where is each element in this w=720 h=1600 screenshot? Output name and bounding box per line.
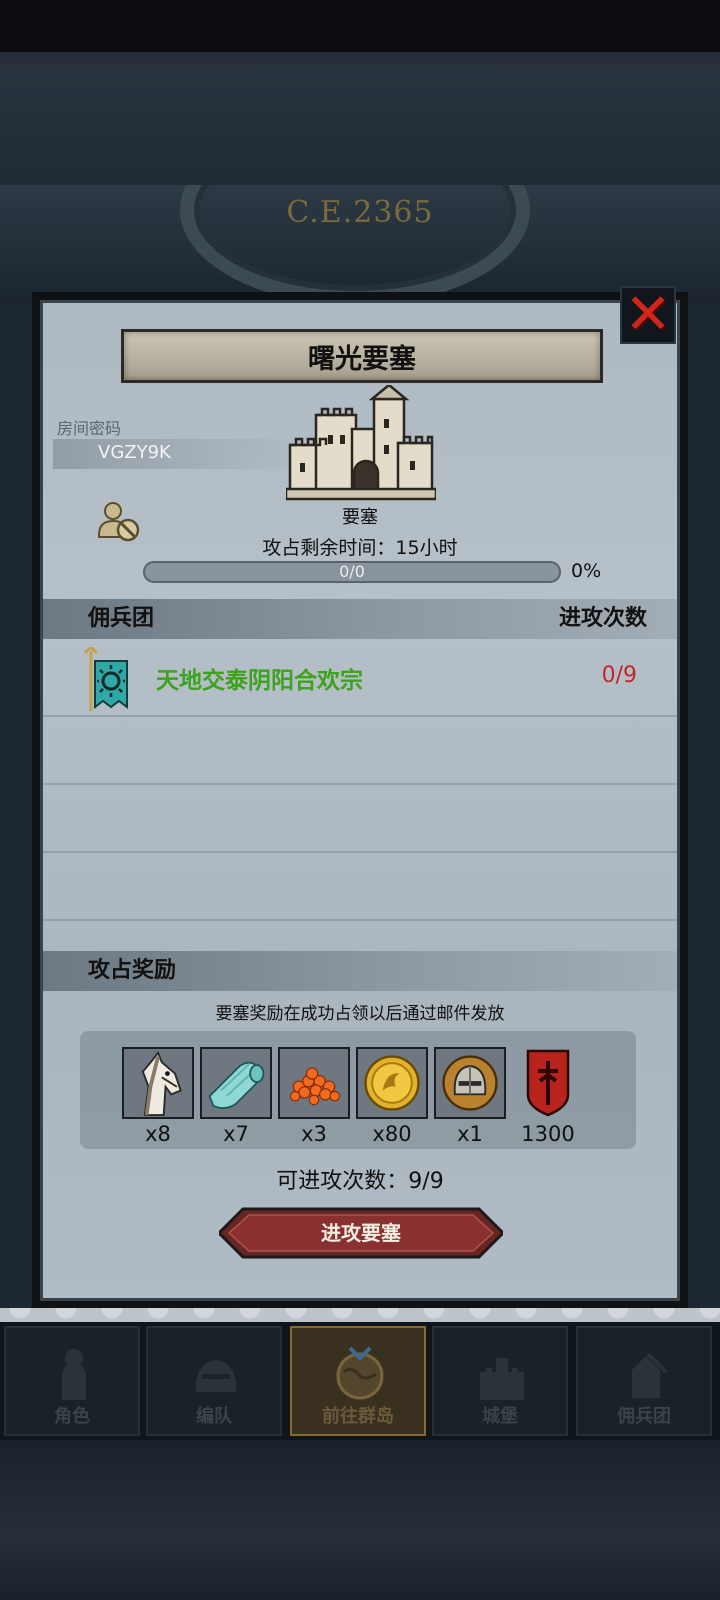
helmet-icon [436,1049,504,1117]
reward-item[interactable]: x8 [122,1047,194,1146]
helmet-team-icon [195,1360,237,1392]
nav-item-formation[interactable]: 编队 [146,1326,282,1436]
nav-label: 佣兵团 [617,1406,671,1427]
attack-button-label: 进攻要塞 [321,1221,401,1245]
dialog-body: 曙光要塞 房间密码 VGZY9K 要塞 攻占剩余时间：15小时 0/0 0% 佣… [40,300,680,1301]
nav-item-mercenary[interactable]: 佣兵团 [576,1326,712,1436]
row-divider [43,919,677,921]
snow-trim [0,1308,720,1322]
nav-item-character[interactable]: 角色 [4,1326,140,1436]
reward-item[interactable]: x80 [356,1047,428,1146]
reward-qty: x7 [223,1122,249,1146]
reward-section-header: 攻占奖励 [43,951,677,991]
bottom-nav: 角色 编队 前往群岛 城堡 佣兵团 [0,1308,720,1440]
reward-qty: 1300 [521,1122,575,1146]
capture-progress-text: 0/0 [339,562,365,581]
reward-note: 要塞奖励在成功占领以后通过邮件发放 [215,1004,505,1024]
gold-coin-icon [358,1049,426,1117]
fortress-name: 要塞 [342,507,378,528]
reward-qty: x3 [301,1122,327,1146]
reward-qty: x1 [457,1122,483,1146]
top-background [0,0,720,185]
fortress-icon [286,385,436,501]
reward-item[interactable]: x7 [200,1047,272,1146]
mercenary-name: 天地交泰阴阳合欢宗 [156,668,363,694]
mercenary-section-header: 佣兵团 进攻次数 [43,599,677,639]
horse-icon [124,1049,192,1117]
reward-section-title: 攻占奖励 [88,958,177,983]
guild-shield-icon [526,1049,570,1117]
attack-times-header: 进攻次数 [558,606,647,631]
close-icon: ✕ [624,282,672,347]
cloth-icon [202,1049,270,1117]
nav-item-castle[interactable]: 城堡 [432,1326,568,1436]
reward-item[interactable]: x3 [278,1047,350,1146]
nav-label: 城堡 [482,1406,518,1427]
reward-item[interactable]: 1300 [512,1047,584,1146]
dialog-title: 曙光要塞 [121,329,603,383]
era-label: C.E.2365 [286,195,434,230]
nav-label: 编队 [196,1406,232,1427]
capture-progress-bar: 0/0 [143,561,561,583]
capture-progress-percent: 0% [571,560,602,582]
mercenary-icon [632,1352,668,1398]
bottom-background [0,1440,720,1600]
globe-icon [336,1346,384,1400]
guild-banner-icon [83,647,128,711]
era-banner: C.E.2365 [0,185,720,305]
room-password-label: 房间密码 [57,419,122,438]
reward-list: x8 x7 x3 x80 x1 1300 [80,1031,636,1149]
available-attack-count: 可进攻次数：9/9 [276,1169,444,1194]
mercenary-section-title: 佣兵团 [88,606,155,631]
castle-icon [480,1358,524,1400]
nav-item-islands[interactable]: 前往群岛 [290,1326,426,1436]
remaining-time: 攻占剩余时间：15小时 [262,537,458,559]
nav-label: 前往群岛 [322,1406,394,1427]
fortress-dialog: 曙光要塞 房间密码 VGZY9K 要塞 攻占剩余时间：15小时 0/0 0% 佣… [32,292,688,1309]
mercenary-row[interactable]: 天地交泰阴阳合欢宗 0/9 [43,647,677,715]
attack-fortress-button[interactable]: 进攻要塞 [219,1207,503,1259]
row-divider [43,851,677,853]
row-divider [43,783,677,785]
row-divider [43,715,677,717]
nav-label: 角色 [54,1406,90,1427]
close-button[interactable]: ✕ [620,286,676,344]
room-code-bar [53,439,313,469]
room-password-value[interactable]: VGZY9K [98,442,171,463]
reward-qty: x8 [145,1122,171,1146]
reward-qty: x80 [372,1122,412,1146]
mercenary-attack-count: 0/9 [601,663,637,688]
knight-icon [62,1349,86,1400]
reward-item[interactable]: x1 [434,1047,506,1146]
fish-roe-icon [280,1049,348,1117]
status-bar [0,0,720,52]
